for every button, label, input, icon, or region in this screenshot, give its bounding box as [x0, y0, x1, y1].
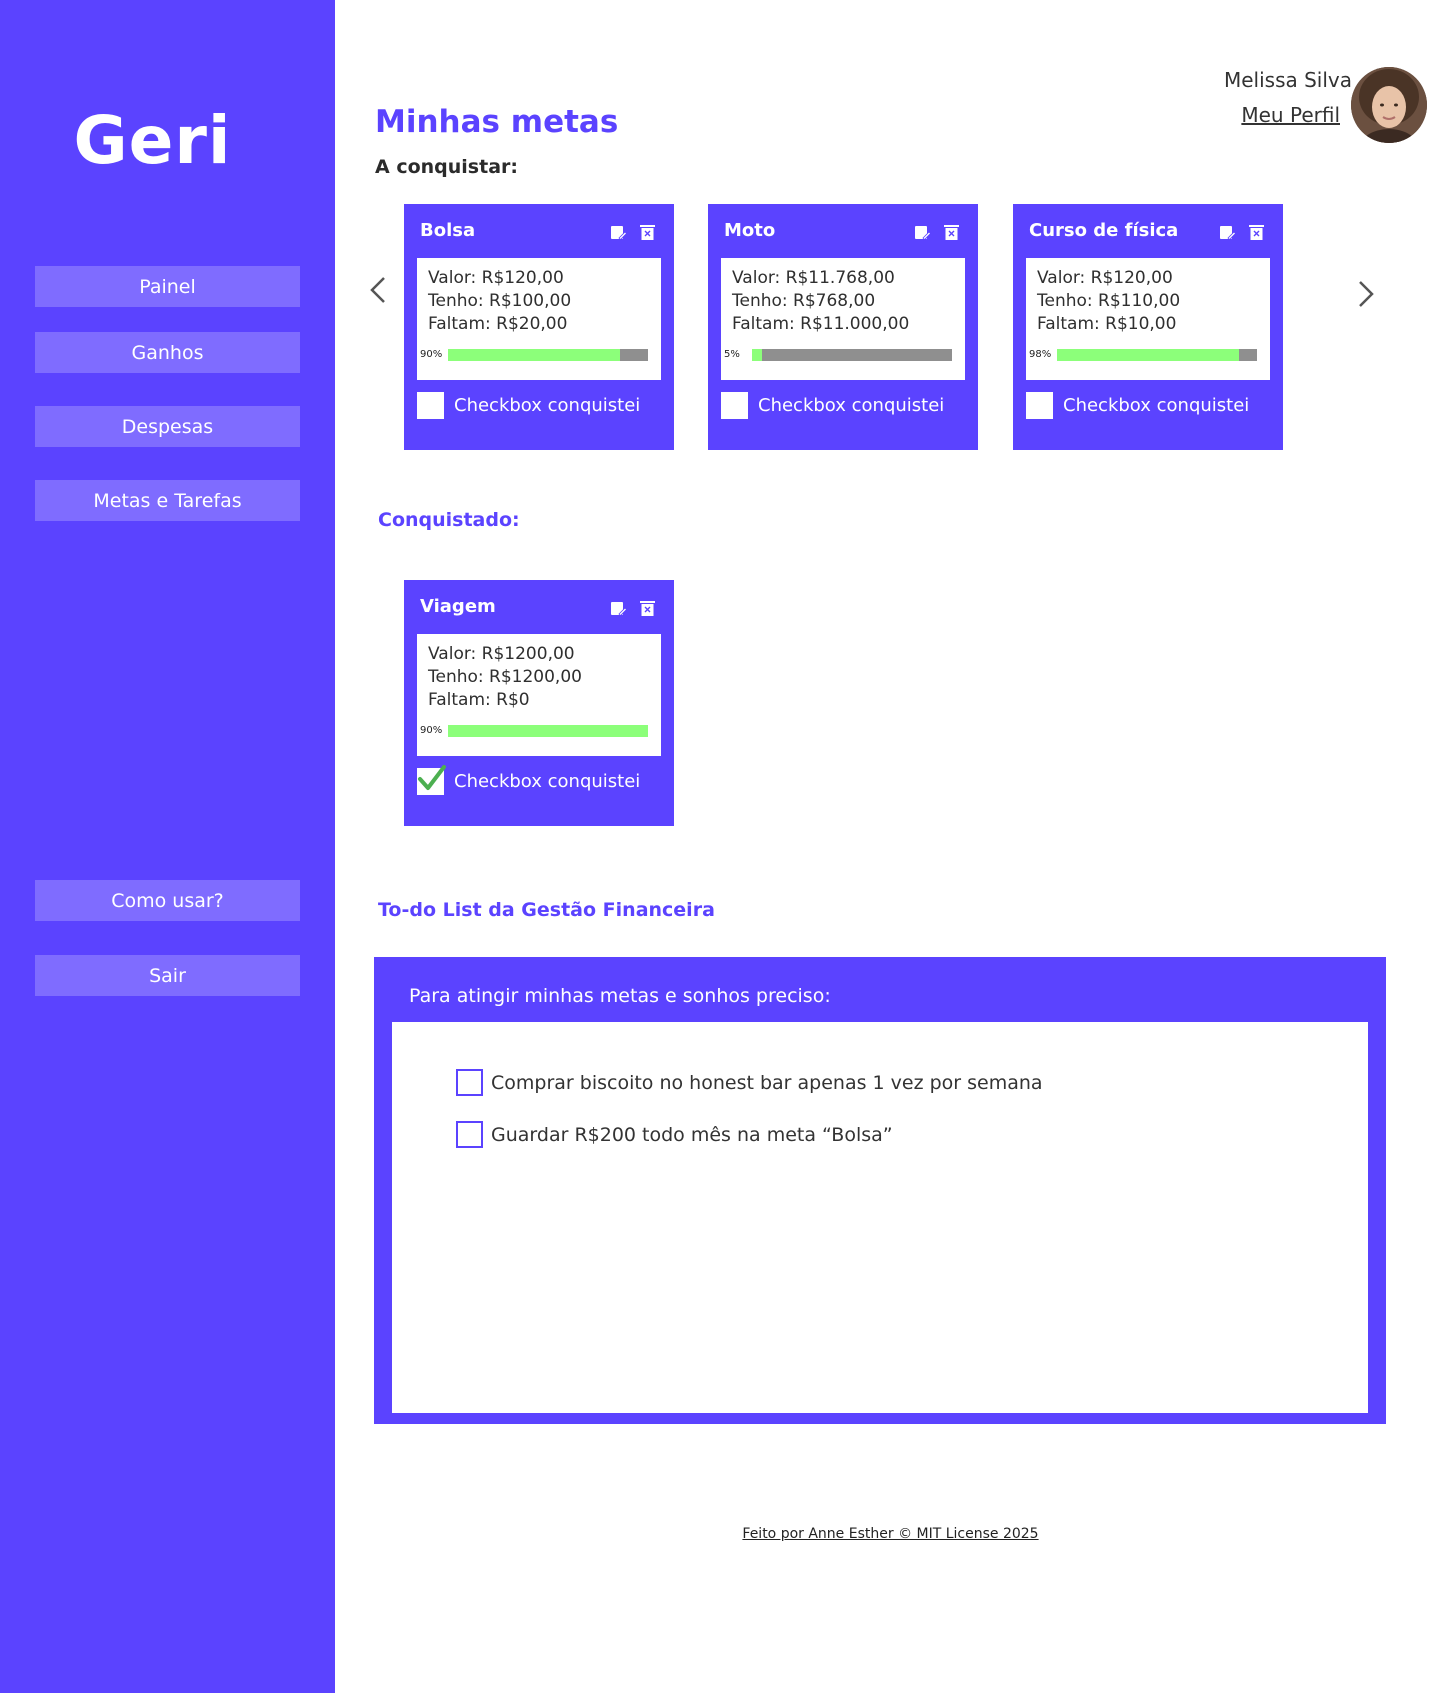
delete-icon[interactable] — [639, 224, 656, 241]
progress-percent: 90% — [420, 349, 443, 360]
goal-details: Valor: R$11.768,00 Tenho: R$768,00 Falta… — [721, 258, 965, 380]
achieved-checkbox-row[interactable]: Checkbox conquistei — [721, 392, 944, 419]
edit-icon[interactable] — [610, 224, 627, 241]
chevron-right-icon[interactable] — [1350, 274, 1380, 314]
sidebar: Geri Painel Ganhos Despesas Metas e Tare… — [0, 0, 335, 1693]
goal-valor: Valor: R$120,00 — [1037, 268, 1173, 288]
profile-link[interactable]: Meu Perfil — [1241, 103, 1340, 127]
todo-checkbox[interactable] — [456, 1069, 483, 1096]
progress-percent: 90% — [420, 725, 443, 736]
achieved-checkbox-label: Checkbox conquistei — [454, 395, 641, 416]
goal-details: Valor: R$1200,00 Tenho: R$1200,00 Faltam… — [417, 634, 661, 756]
goal-tenho: Tenho: R$110,00 — [1037, 291, 1181, 311]
progress-percent: 98% — [1029, 349, 1052, 360]
todo-item-text: Guardar R$200 todo mês na meta “Bolsa” — [491, 1123, 893, 1146]
achieved-checkbox-label: Checkbox conquistei — [758, 395, 945, 416]
goal-valor: Valor: R$11.768,00 — [732, 268, 895, 288]
achieved-checkbox-label: Checkbox conquistei — [1063, 395, 1250, 416]
avatar-image — [1351, 67, 1427, 143]
nav-como-usar-button[interactable]: Como usar? — [35, 880, 300, 921]
todo-panel: Para atingir minhas metas e sonhos preci… — [374, 957, 1386, 1424]
footer-credit[interactable]: Feito por Anne Esther © MIT License 2025 — [0, 1526, 1446, 1542]
goal-details: Valor: R$120,00 Tenho: R$110,00 Faltam: … — [1026, 258, 1270, 380]
achieved-checkbox-row[interactable]: Checkbox conquistei — [417, 392, 640, 419]
achieved-checkbox[interactable] — [417, 392, 444, 419]
progress-bar — [1057, 349, 1257, 361]
goal-card: Curso de física Valor: R$120,00 Tenho: R… — [1013, 204, 1283, 450]
nav-painel-button[interactable]: Painel — [35, 266, 300, 307]
goal-card: Bolsa Valor: R$120,00 Tenho: R$100,00 Fa… — [404, 204, 674, 450]
todo-item[interactable]: Guardar R$200 todo mês na meta “Bolsa” — [456, 1121, 893, 1148]
progress-percent: 5% — [724, 349, 740, 360]
goal-tenho: Tenho: R$100,00 — [428, 291, 572, 311]
goal-title: Curso de física — [1029, 220, 1179, 241]
goal-tenho: Tenho: R$768,00 — [732, 291, 876, 311]
nav-despesas-button[interactable]: Despesas — [35, 406, 300, 447]
goal-valor: Valor: R$120,00 — [428, 268, 564, 288]
achieved-checkbox-row[interactable]: Checkbox conquistei — [417, 765, 641, 795]
goal-details: Valor: R$120,00 Tenho: R$100,00 Faltam: … — [417, 258, 661, 380]
progress-bar-fill — [448, 349, 620, 361]
goal-title: Viagem — [420, 596, 496, 617]
progress-bar-fill — [752, 349, 762, 361]
achieved-checkbox[interactable] — [417, 765, 446, 795]
progress-bar — [448, 349, 648, 361]
edit-icon[interactable] — [610, 600, 627, 617]
todo-checkbox[interactable] — [456, 1121, 483, 1148]
achieved-checkbox-label: Checkbox conquistei — [454, 771, 641, 792]
progress-bar-fill — [448, 725, 648, 737]
todo-list: Comprar biscoito no honest bar apenas 1 … — [392, 1022, 1368, 1413]
nav-metas-tarefas-button[interactable]: Metas e Tarefas — [35, 480, 300, 521]
todo-item[interactable]: Comprar biscoito no honest bar apenas 1 … — [456, 1069, 1043, 1096]
delete-icon[interactable] — [639, 600, 656, 617]
nav-ganhos-button[interactable]: Ganhos — [35, 332, 300, 373]
goal-faltam: Faltam: R$11.000,00 — [732, 314, 910, 334]
avatar[interactable] — [1351, 67, 1427, 143]
edit-icon[interactable] — [1219, 224, 1236, 241]
progress-bar — [448, 725, 648, 737]
todo-heading: To-do List da Gestão Financeira — [378, 899, 715, 921]
progress-bar — [752, 349, 952, 361]
achieved-checkbox[interactable] — [1026, 392, 1053, 419]
chevron-left-icon[interactable] — [364, 270, 394, 310]
page-title: Minhas metas — [375, 104, 619, 140]
goal-valor: Valor: R$1200,00 — [428, 644, 575, 664]
goal-card-achieved: Viagem Valor: R$1200,00 Tenho: R$1200,00… — [404, 580, 674, 826]
achieved-checkbox-row[interactable]: Checkbox conquistei — [1026, 392, 1249, 419]
conquered-heading: Conquistado: — [378, 509, 520, 531]
goal-tenho: Tenho: R$1200,00 — [428, 667, 582, 687]
edit-icon[interactable] — [914, 224, 931, 241]
delete-icon[interactable] — [1248, 224, 1265, 241]
todo-item-text: Comprar biscoito no honest bar apenas 1 … — [491, 1071, 1043, 1094]
nav-sair-button[interactable]: Sair — [35, 955, 300, 996]
todo-panel-header: Para atingir minhas metas e sonhos preci… — [409, 985, 831, 1007]
to-conquer-heading: A conquistar: — [375, 156, 518, 178]
checkmark-icon — [418, 765, 446, 790]
goal-card: Moto Valor: R$11.768,00 Tenho: R$768,00 … — [708, 204, 978, 450]
app-logo: Geri — [73, 102, 232, 179]
user-name: Melissa Silva — [1223, 68, 1352, 92]
progress-bar-fill — [1057, 349, 1239, 361]
goal-title: Moto — [724, 220, 776, 241]
delete-icon[interactable] — [943, 224, 960, 241]
goal-faltam: Faltam: R$20,00 — [428, 314, 568, 334]
goal-faltam: Faltam: R$10,00 — [1037, 314, 1177, 334]
achieved-checkbox[interactable] — [721, 392, 748, 419]
goal-title: Bolsa — [420, 220, 476, 241]
goal-faltam: Faltam: R$0 — [428, 690, 530, 710]
